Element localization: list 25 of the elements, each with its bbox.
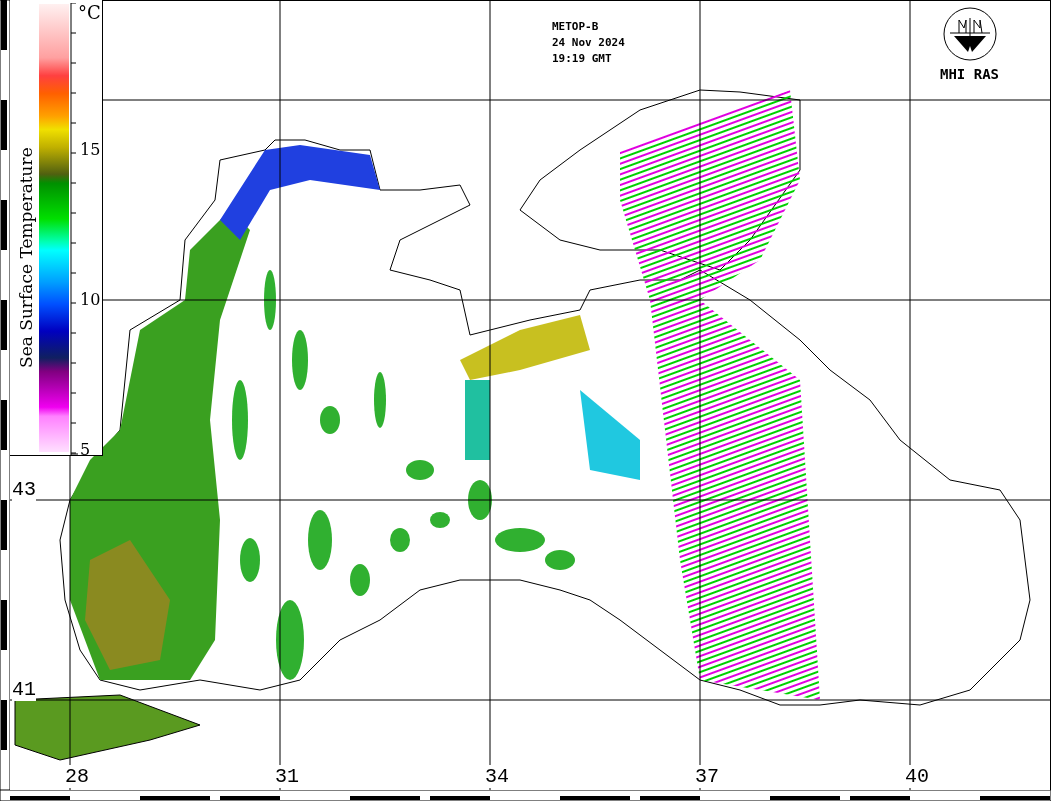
temperature-patch xyxy=(374,372,386,428)
longitude-label: 40 xyxy=(903,765,931,788)
time-label: 19:19 GMT xyxy=(552,52,613,65)
colorbar-tick-label: 15 xyxy=(80,140,101,159)
temperature-patch xyxy=(320,406,340,434)
temperature-patch xyxy=(308,510,332,570)
colorbar-tick-label: 10 xyxy=(80,290,101,309)
longitude-label: 31 xyxy=(273,765,301,788)
logo-icon xyxy=(941,6,998,62)
longitude-label: 28 xyxy=(63,765,91,788)
temperature-patch xyxy=(468,480,492,520)
temperature-patch xyxy=(292,330,308,390)
temperature-patch xyxy=(406,460,434,480)
unit-label: °C xyxy=(78,2,101,23)
longitude-label: 37 xyxy=(693,765,721,788)
temperature-patch xyxy=(264,270,276,330)
colorbar-tick-label: 5 xyxy=(80,440,91,459)
temperature-patch xyxy=(430,512,450,528)
logo-text: MHI RAS xyxy=(940,66,999,82)
temperature-patch xyxy=(390,528,410,552)
colorbar-title: Sea Surface Temperature xyxy=(16,147,36,368)
temperature-patch xyxy=(350,564,370,596)
satellite-name: METOP-B xyxy=(552,20,600,33)
longitude-label: 34 xyxy=(483,765,511,788)
date-label: 24 Nov 2024 xyxy=(552,36,625,49)
